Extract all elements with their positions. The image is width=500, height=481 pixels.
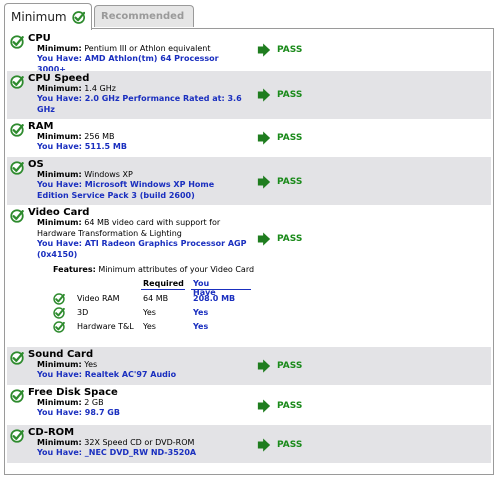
arrow-right-icon [257,88,271,102]
you-have-value: Realtek AC'97 Audio [84,370,177,379]
pass-label: PASS [277,440,303,450]
feature-row: Hardware T&L Yes Yes [53,321,253,335]
you-have-value: _NEC DVD_RW ND-3520A [84,448,197,457]
pass-label: PASS [277,401,303,411]
feature-name: 3D [77,308,89,317]
feature-row: Video RAM 64 MB 208.0 MB [53,293,253,307]
requirement-row-ram: RAM Minimum: 256 MB You Have: 511.5 MB P… [7,119,491,157]
pass-status: PASS [257,88,302,102]
check-icon [53,307,65,319]
col-required-header: Required [143,279,184,288]
minimum-label: Minimum: [37,218,82,227]
pass-label: PASS [277,361,303,371]
minimum-value: 1.4 GHz [84,84,116,93]
you-have-value: 511.5 MB [84,142,127,151]
you-have-label: You Have: [37,94,82,103]
feature-required: Yes [143,322,156,331]
pass-status: PASS [257,175,302,189]
check-icon [72,10,85,25]
check-icon [10,389,24,403]
requirement-row-os: OS Minimum: Windows XP You Have: Microso… [7,157,491,205]
minimum-label: Minimum: [37,132,82,141]
you-have-label: You Have: [37,408,82,417]
minimum-value: 256 MB [84,132,115,141]
tab-recommended[interactable]: Recommended [94,5,194,27]
minimum-label: Minimum: [37,44,82,53]
minimum-value: 2 GB [84,398,104,407]
tab-minimum[interactable]: Minimum [4,3,92,30]
check-icon [53,293,65,305]
video-features-caption: Features: Minimum attributes of your Vid… [53,265,254,274]
requirement-row-sound-card: Sound Card Minimum: Yes You Have: Realte… [7,347,491,385]
feature-have: Yes [193,308,209,317]
minimum-label: Minimum: [37,170,82,179]
requirement-row-cd-rom: CD-ROM Minimum: 32X Speed CD or DVD-ROM … [7,425,491,463]
minimum-value: Windows XP [84,170,133,179]
requirement-row-cpu: CPU Minimum: Pentium III or Athlon equiv… [7,31,491,74]
check-icon [10,161,24,175]
feature-name: Hardware T&L [77,322,134,331]
tab-strip: Minimum Recommended [4,3,496,30]
feature-name: Video RAM [77,294,120,303]
requirement-row-cpu-speed: CPU Speed Minimum: 1.4 GHz You Have: 2.0… [7,71,491,119]
arrow-right-icon [257,438,271,452]
minimum-value: Yes [84,360,98,369]
feature-have: 208.0 MB [193,294,236,303]
pass-status: PASS [257,232,302,246]
you-have-value: 98.7 GB [84,408,120,417]
requirement-row-video-card: Video Card Minimum: 64 MB video card wit… [7,205,491,347]
features-description: Minimum attributes of your Video Card [98,265,255,274]
check-icon [10,351,24,365]
check-icon [10,123,24,137]
arrow-right-icon [257,232,271,246]
check-icon [10,209,24,223]
pass-label: PASS [277,90,303,100]
minimum-label: Minimum: [37,360,82,369]
you-have-label: You Have: [37,54,82,63]
check-icon [10,75,24,89]
minimum-value: 32X Speed CD or DVD-ROM [84,438,195,447]
arrow-right-icon [257,131,271,145]
you-have-label: You Have: [37,180,82,189]
pass-label: PASS [277,133,303,143]
pass-status: PASS [257,438,302,452]
header-underline [191,289,251,290]
pass-status: PASS [257,131,302,145]
you-have-label: You Have: [37,448,82,457]
arrow-right-icon [257,399,271,413]
check-icon [53,321,65,333]
header-underline [141,289,185,290]
tab-recommended-label: Recommended [101,11,185,22]
feature-required: 64 MB [143,294,169,303]
pass-status: PASS [257,359,302,373]
minimum-label: Minimum: [37,438,82,447]
tab-minimum-label: Minimum [11,10,67,24]
pass-status: PASS [257,399,302,413]
features-heading: Features: [53,265,96,274]
requirements-panel: CPU Minimum: Pentium III or Athlon equiv… [4,28,494,475]
feature-required: Yes [143,308,156,317]
arrow-right-icon [257,43,271,57]
feature-row: 3D Yes Yes [53,307,253,321]
you-have-label: You Have: [37,370,82,379]
arrow-right-icon [257,175,271,189]
check-icon [10,35,24,49]
requirement-row-free-disk-space: Free Disk Space Minimum: 2 GB You Have: … [7,385,491,425]
pass-label: PASS [277,234,303,244]
pass-label: PASS [277,45,303,55]
minimum-label: Minimum: [37,398,82,407]
check-icon [10,429,24,443]
pass-label: PASS [277,177,303,187]
minimum-label: Minimum: [37,84,82,93]
minimum-value: Pentium III or Athlon equivalent [84,44,211,53]
you-have-label: You Have: [37,239,82,248]
arrow-right-icon [257,359,271,373]
pass-status: PASS [257,43,302,57]
feature-have: Yes [193,322,209,331]
you-have-label: You Have: [37,142,82,151]
